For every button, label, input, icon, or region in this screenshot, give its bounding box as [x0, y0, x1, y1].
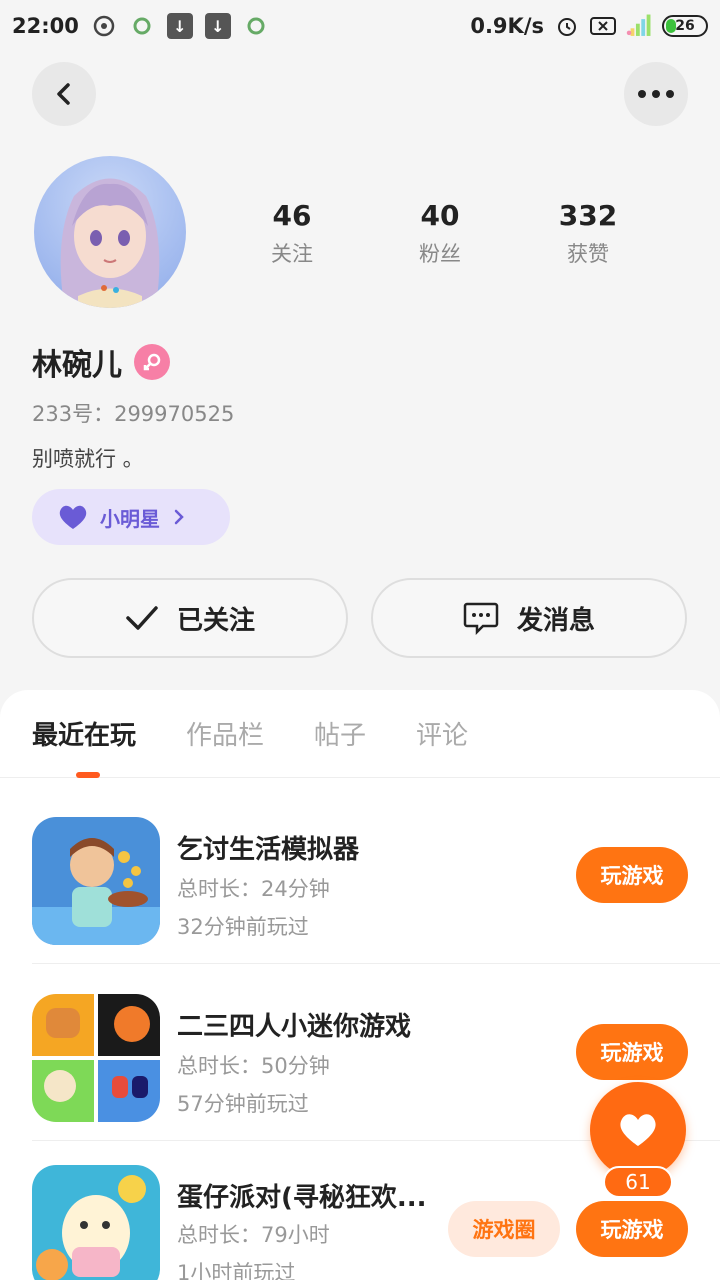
- stat-fans[interactable]: 40 粉丝: [366, 196, 514, 272]
- like-count-badge: 61: [603, 1166, 673, 1198]
- game-duration: 总时长：79小时: [177, 1223, 330, 1247]
- play-game-button[interactable]: 玩游戏: [576, 847, 688, 903]
- followed-button[interactable]: 已关注: [32, 578, 348, 658]
- game-duration: 总时长：50分钟: [177, 1054, 330, 1078]
- profile-stats: 46 关注 40 粉丝 332 获赞: [218, 196, 662, 272]
- game-list-item[interactable]: 乞讨生活模拟器 总时长：24分钟 32分钟前玩过 玩游戏: [32, 787, 720, 964]
- stat-following-label: 关注: [271, 242, 313, 266]
- game-last-played: 32分钟前玩过: [177, 915, 309, 939]
- heart-icon: [620, 1114, 656, 1146]
- tab-active-indicator: [76, 772, 100, 778]
- profile-tabs: 最近在玩 作品栏 帖子 评论: [0, 690, 720, 778]
- user-bio: 别喷就行 。: [32, 447, 144, 471]
- download-icon-2: ↓: [204, 13, 231, 39]
- download-icon: ↓: [166, 13, 193, 39]
- status-time: 22:00: [12, 14, 79, 38]
- game-title: 蛋仔派对(寻秘狂欢...: [177, 1183, 427, 1213]
- star-badge-button[interactable]: 小明星: [32, 489, 230, 545]
- heart-icon: [59, 505, 87, 529]
- game-title: 乞讨生活模拟器: [177, 835, 360, 865]
- game-last-played: 1小时前玩过: [177, 1261, 296, 1280]
- stat-following[interactable]: 46 关注: [218, 196, 366, 272]
- send-message-button[interactable]: 发消息: [371, 578, 687, 658]
- tab-recent-playing[interactable]: 最近在玩: [32, 715, 136, 752]
- stat-likes-value: 332: [558, 199, 618, 232]
- game-icon-mini-party-games[interactable]: [32, 994, 160, 1122]
- tab-works[interactable]: 作品栏: [186, 715, 264, 752]
- avatar[interactable]: [34, 156, 186, 308]
- battery-indicator: 26: [662, 15, 708, 37]
- chat-bubble-icon: [463, 602, 499, 635]
- badge-label: 小明星: [100, 506, 160, 531]
- alarm-icon: [554, 13, 580, 39]
- chevron-right-icon: [174, 509, 184, 525]
- signal-icon: [626, 13, 652, 39]
- user-id: 233号：299970525: [32, 402, 235, 426]
- followed-label: 已关注: [176, 605, 255, 636]
- game-title: 二三四人小迷你游戏: [177, 1012, 412, 1042]
- stat-fans-value: 40: [420, 199, 460, 232]
- game-icon-begging-simulator[interactable]: [32, 817, 160, 945]
- play-game-button[interactable]: 玩游戏: [576, 1024, 688, 1080]
- network-speed: 0.9K/s: [470, 14, 544, 38]
- play-game-button[interactable]: 玩游戏: [576, 1201, 688, 1257]
- check-icon: [126, 606, 158, 630]
- game-icon-eggy-party[interactable]: [32, 1165, 160, 1280]
- app-notification-icon-2: [243, 13, 269, 39]
- tab-posts[interactable]: 帖子: [314, 715, 366, 752]
- tab-comments[interactable]: 评论: [416, 715, 468, 752]
- game-duration: 总时长：24分钟: [177, 877, 330, 901]
- status-bar: 22:00 ↓ ↓ 0.9K/s 26: [0, 0, 720, 52]
- game-last-played: 57分钟前玩过: [177, 1092, 309, 1116]
- stat-fans-label: 粉丝: [419, 242, 461, 266]
- sim-off-icon: [590, 13, 616, 39]
- name-row: 林碗儿: [32, 340, 170, 384]
- more-options-button[interactable]: [624, 62, 688, 126]
- user-name: 林碗儿: [32, 348, 122, 383]
- stat-following-value: 46: [272, 199, 312, 232]
- music-icon: [91, 13, 117, 39]
- stat-likes-label: 获赞: [567, 242, 609, 266]
- female-icon: [134, 344, 170, 380]
- more-dots-icon: [638, 90, 674, 98]
- send-message-label: 发消息: [516, 605, 595, 636]
- chevron-left-icon: [57, 83, 70, 105]
- app-notification-icon: [129, 13, 155, 39]
- like-fab-button[interactable]: [590, 1082, 686, 1178]
- game-circle-button[interactable]: 游戏圈: [448, 1201, 560, 1257]
- stat-likes[interactable]: 332 获赞: [514, 196, 662, 272]
- back-button[interactable]: [32, 62, 96, 126]
